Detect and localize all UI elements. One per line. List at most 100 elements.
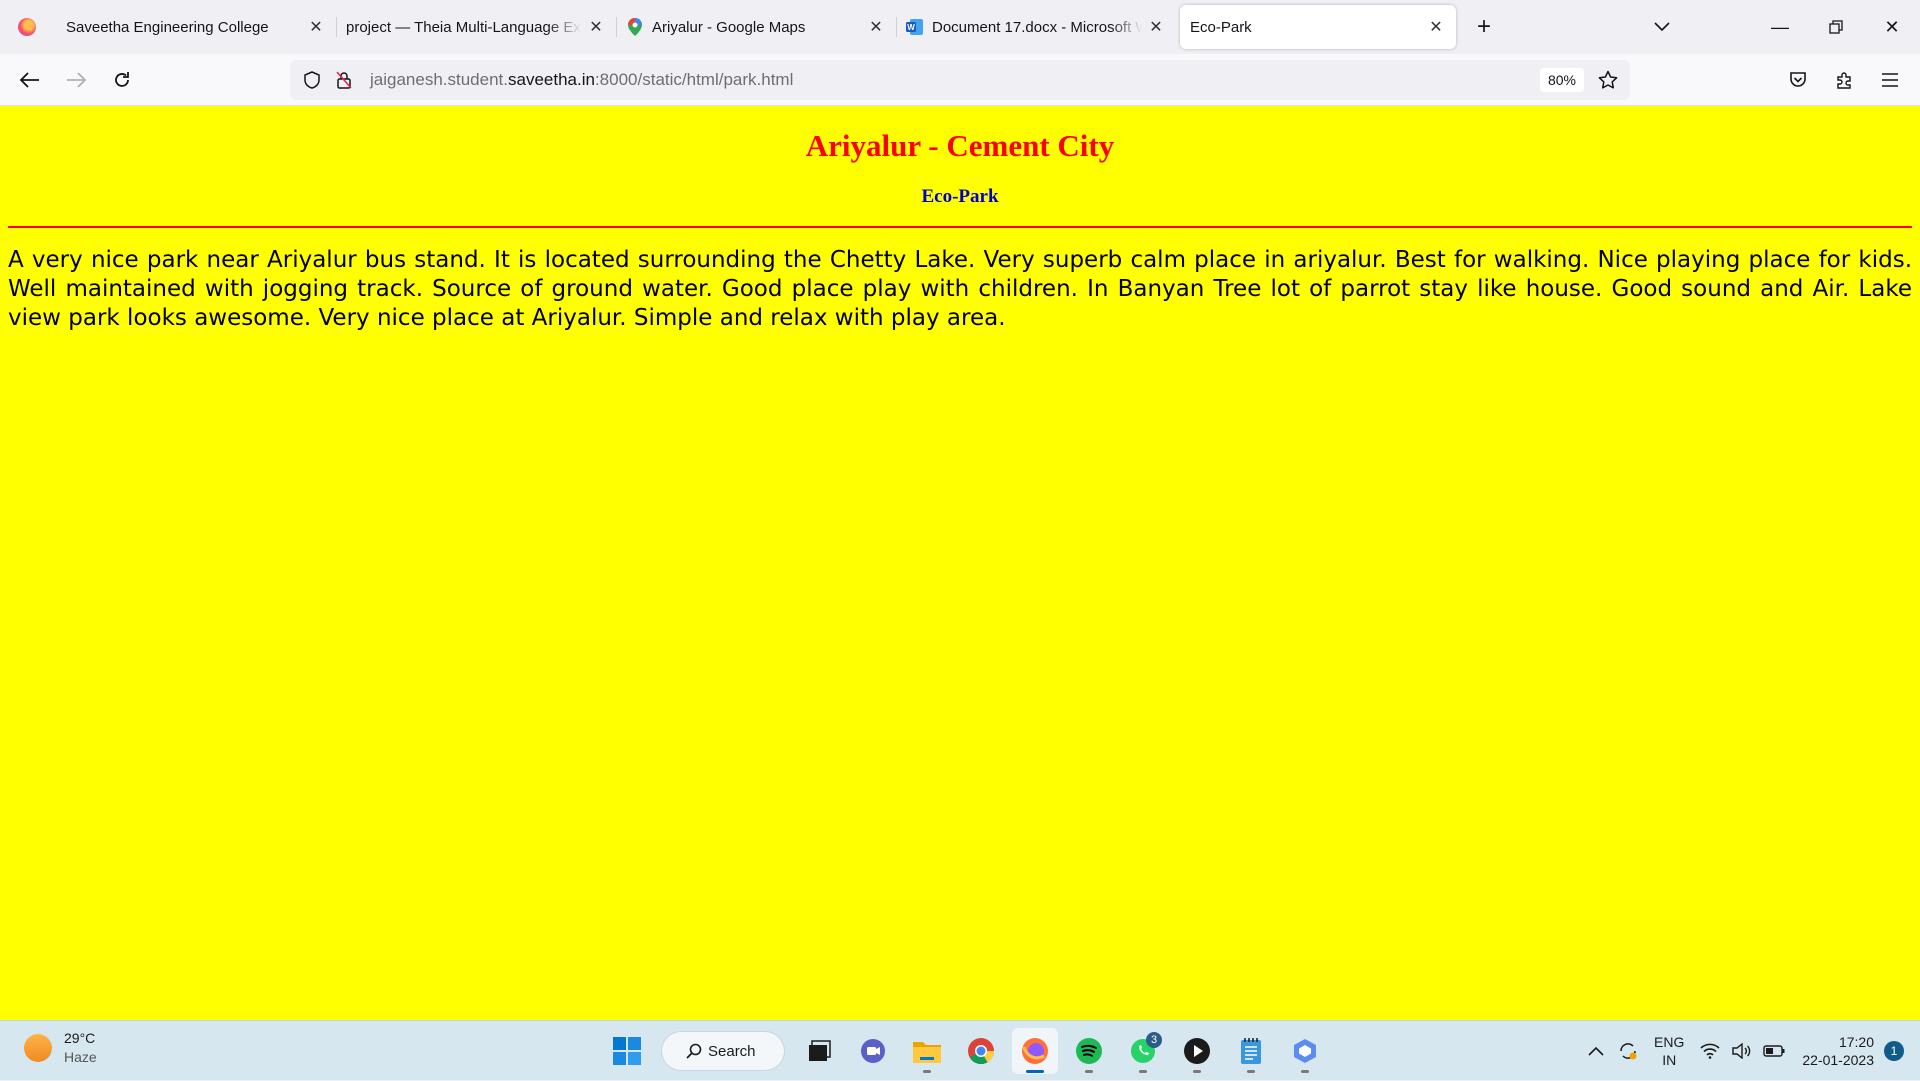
close-window-button[interactable]: ✕ [1864,0,1920,54]
word-icon: W [906,18,924,36]
plus-icon: + [1476,13,1491,40]
running-indicator [923,1070,931,1073]
region-code: IN [1662,1052,1677,1068]
tab-word-document[interactable]: W Document 17.docx - Microsoft W ✕ [896,5,1176,49]
language-code: ENG [1654,1034,1685,1050]
firefox-taskbar-button[interactable] [1012,1028,1058,1074]
address-bar[interactable]: jaiganesh.student.saveetha.in:8000/stati… [290,60,1630,100]
reload-button[interactable] [100,58,144,102]
close-icon[interactable]: ✕ [866,17,886,37]
teams-chat-icon [861,1039,885,1063]
horizontal-rule [8,226,1912,228]
tab-title: Document 17.docx - Microsoft W [932,18,1142,36]
search-icon [686,1043,702,1059]
wifi-icon [1700,1043,1720,1059]
haze-weather-icon [24,1034,52,1062]
pocket-button[interactable] [1776,58,1820,102]
play-icon [1184,1038,1210,1064]
notepad-icon [1241,1038,1261,1064]
show-hidden-icons-button[interactable] [1580,1031,1612,1071]
spotify-button[interactable] [1066,1028,1112,1074]
unread-badge: 3 [1146,1032,1162,1048]
tab-saveetha[interactable]: Saveetha Engineering College ✕ [56,5,336,49]
reload-icon [115,71,129,87]
url-domain: saveetha.in [508,70,595,89]
clock-time: 17:20 [1838,1034,1874,1050]
firefox-view-button[interactable] [0,0,54,54]
running-indicator [1085,1070,1093,1073]
file-explorer-button[interactable] [904,1028,950,1074]
puzzle-icon [1837,72,1851,89]
tab-strip: Saveetha Engineering College ✕ project —… [0,0,1920,54]
wifi-status[interactable] [1694,1031,1726,1071]
whatsapp-button[interactable]: 3 [1120,1028,1166,1074]
svg-text:W: W [907,23,915,32]
code-editor-icon [1294,1039,1316,1063]
forward-button[interactable] [54,58,98,102]
notepad-button[interactable] [1228,1028,1274,1074]
tab-title: project — Theia Multi-Language Ex [346,18,581,36]
chrome-button[interactable] [958,1028,1004,1074]
arrow-left-icon [20,71,39,88]
notification-center-badge[interactable]: 1 [1884,1041,1904,1061]
start-button[interactable] [604,1028,650,1074]
system-tray: ENG IN 17:20 22-01-2023 1 [1580,1021,1920,1081]
pocket-icon [1790,72,1806,87]
weather-condition: Haze [64,1049,97,1065]
arrow-right-icon [67,71,86,88]
chevron-down-icon [1654,22,1670,32]
running-indicator [1139,1070,1147,1073]
firefox-logo-icon [18,18,36,36]
sync-icon [1620,1043,1637,1060]
tab-google-maps[interactable]: Ariyalur - Google Maps ✕ [616,5,896,49]
volume-status[interactable] [1726,1031,1758,1071]
url-text[interactable]: jaiganesh.student.saveetha.in:8000/stati… [370,70,793,90]
tracking-protection-icon[interactable] [296,64,328,96]
search-label: Search [708,1042,756,1060]
tab-eco-park[interactable]: Eco-Park ✕ [1180,5,1456,49]
web-page-content: Ariyalur - Cement City Eco-Park A very n… [0,106,1920,1020]
restore-button[interactable] [1808,0,1864,54]
clock-date: 22-01-2023 [1802,1052,1874,1068]
minimize-button[interactable]: — [1752,0,1808,54]
firefox-icon [1022,1038,1048,1064]
vs-code-button[interactable] [1282,1028,1328,1074]
battery-status[interactable] [1758,1031,1790,1071]
chevron-up-icon [1588,1046,1604,1056]
navigation-toolbar: jaiganesh.student.saveetha.in:8000/stati… [0,54,1920,106]
taskbar-search[interactable]: Search [662,1032,784,1070]
close-icon[interactable]: ✕ [1146,17,1166,37]
hamburger-menu-icon [1882,73,1898,87]
running-indicator [1193,1070,1201,1073]
google-maps-icon [626,18,644,36]
list-all-tabs-button[interactable] [1642,7,1682,47]
app-menu-button[interactable] [1868,58,1912,102]
new-tab-button[interactable]: + [1464,7,1504,47]
url-prefix: jaiganesh.student. [370,70,508,89]
weather-widget[interactable]: 29°C Haze [24,1029,97,1067]
extensions-button[interactable] [1822,58,1866,102]
task-view-button[interactable] [796,1028,842,1074]
url-path: :8000/static/html/park.html [594,70,794,89]
chrome-icon [968,1038,995,1065]
bookmark-star-button[interactable] [1592,64,1624,96]
zoom-indicator[interactable]: 80% [1539,68,1584,92]
close-icon: ✕ [1884,16,1900,37]
media-player-button[interactable] [1174,1028,1220,1074]
tab-title: Eco-Park [1190,18,1252,36]
tab-theia-project[interactable]: project — Theia Multi-Language Ex ✕ [336,5,616,49]
windows-taskbar: 29°C Haze Search 3 ENG IN 17:20 22-01-20… [0,1020,1920,1080]
close-icon[interactable]: ✕ [306,17,326,37]
teams-chat-button[interactable] [850,1028,896,1074]
close-icon[interactable]: ✕ [586,17,606,37]
clock[interactable]: 17:20 22-01-2023 [1802,1033,1874,1069]
insecure-connection-icon[interactable] [328,64,360,96]
back-button[interactable] [8,58,52,102]
spotify-icon [1076,1038,1102,1064]
battery-icon [1763,1045,1785,1057]
page-subheading: Eco-Park [921,186,999,207]
input-language-button[interactable]: ENG IN [1654,1033,1684,1069]
active-indicator [1026,1070,1044,1073]
sync-status-button[interactable] [1612,1031,1644,1071]
close-icon[interactable]: ✕ [1426,17,1446,37]
